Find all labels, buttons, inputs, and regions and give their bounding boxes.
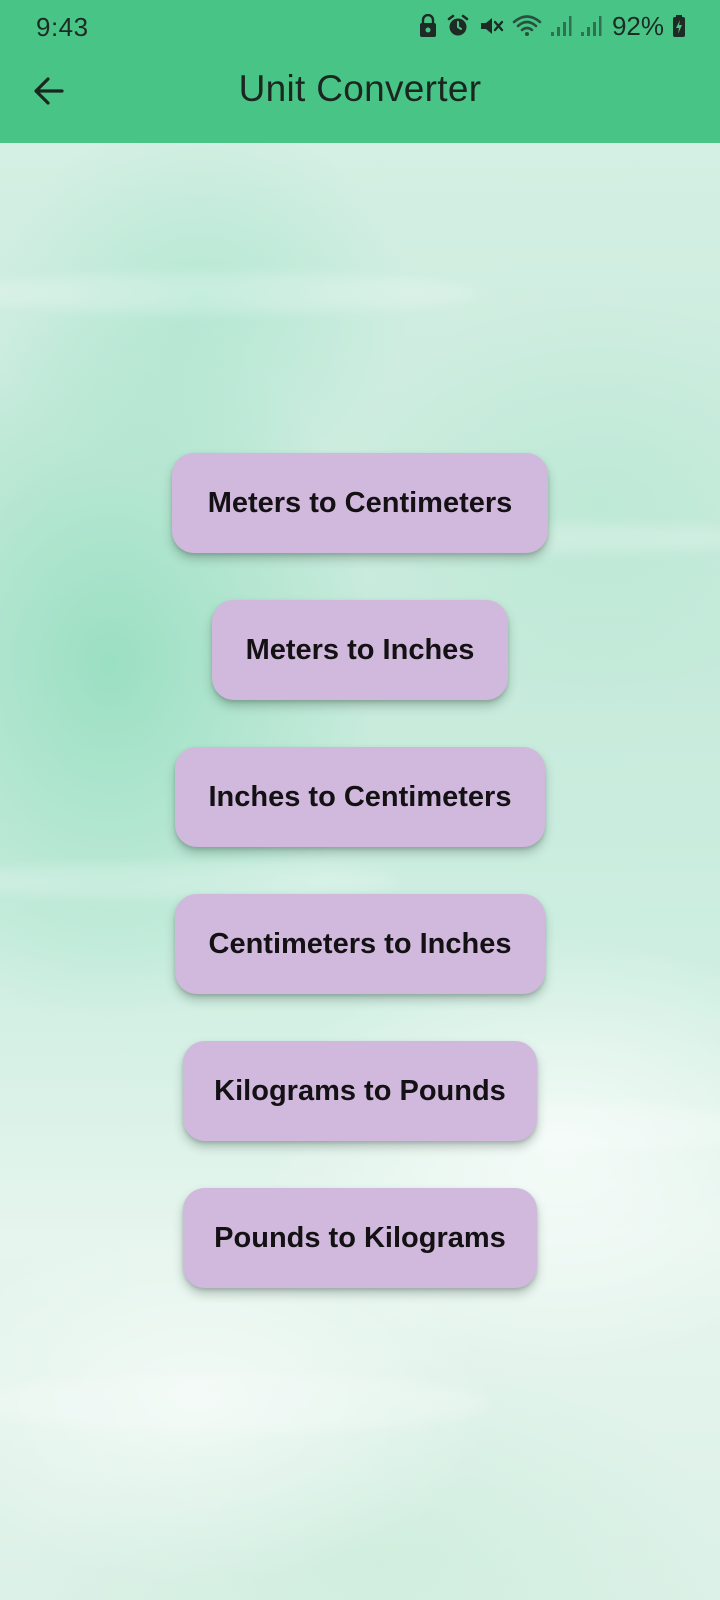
meters-to-inches-button[interactable]: Meters to Inches bbox=[212, 600, 508, 700]
status-bar: 9:43 92% bbox=[0, 0, 720, 52]
signal-icon bbox=[550, 14, 572, 38]
status-time: 9:43 bbox=[36, 12, 89, 42]
lock-icon bbox=[418, 14, 438, 38]
alarm-icon bbox=[446, 14, 470, 38]
kilograms-to-pounds-button[interactable]: Kilograms to Pounds bbox=[183, 1041, 537, 1141]
centimeters-to-inches-button[interactable]: Centimeters to Inches bbox=[175, 894, 545, 994]
mute-icon bbox=[478, 14, 504, 38]
app-bar: 9:43 92% Unit Converter bbox=[0, 0, 720, 143]
signal-icon-2 bbox=[580, 14, 602, 38]
inches-to-centimeters-button[interactable]: Inches to Centimeters bbox=[175, 747, 545, 847]
meters-to-centimeters-button[interactable]: Meters to Centimeters bbox=[172, 453, 548, 553]
status-icons: 92% bbox=[418, 11, 686, 41]
pounds-to-kilograms-button[interactable]: Pounds to Kilograms bbox=[183, 1188, 537, 1288]
battery-charging-icon bbox=[672, 14, 686, 38]
content-background bbox=[0, 143, 720, 1600]
screen: 9:43 92% Unit Converter Meters to Centim… bbox=[0, 0, 720, 1600]
battery-percent: 92% bbox=[611, 10, 664, 41]
app-title: Unit Converter bbox=[238, 68, 482, 109]
wifi-icon bbox=[512, 14, 542, 38]
